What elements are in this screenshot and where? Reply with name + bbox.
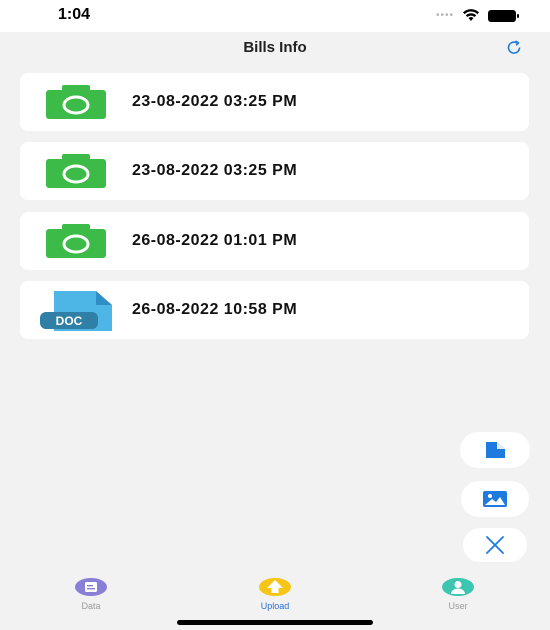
tab-user[interactable]: User [418,577,498,611]
bill-date: 26-08-2022 10:58 PM [132,301,298,318]
image-icon [483,491,507,507]
bill-item[interactable]: 23-08-2022 03:25 PM [20,73,529,131]
upload-image-button[interactable] [461,481,529,517]
bill-item[interactable]: 23-08-2022 03:25 PM [20,142,529,200]
tab-label: Data [81,601,101,611]
close-icon [486,536,504,554]
bill-item[interactable]: DOC 26-08-2022 10:58 PM [20,281,529,339]
status-time: 1:04 [58,6,91,23]
home-indicator [177,620,373,625]
camera-icon [46,224,106,258]
camera-icon [46,154,106,188]
data-icon [74,577,108,597]
page-title: Bills Info [243,39,307,56]
bill-date: 23-08-2022 03:25 PM [132,93,298,110]
doc-file-icon: DOC [40,291,112,331]
app-header: Bills Info [0,32,550,62]
cellular-signal-icon: •••• [435,10,454,21]
status-bar: 1:04 •••• [0,0,550,32]
upload-icon [258,577,292,597]
close-fab-button[interactable] [463,528,527,562]
tab-label: Upload [260,601,290,611]
status-icons: •••• [435,9,519,22]
doc-label: DOC [56,314,83,328]
tab-label: User [448,601,468,611]
bill-date: 26-08-2022 01:01 PM [132,232,298,249]
user-icon [441,577,475,597]
upload-document-button[interactable] [460,432,530,468]
tab-upload[interactable]: Upload [235,577,315,611]
bill-date: 23-08-2022 03:25 PM [132,162,298,179]
wifi-icon [463,9,479,21]
battery-icon [488,9,519,22]
camera-icon [46,85,106,119]
refresh-icon[interactable] [504,38,524,58]
tab-data[interactable]: Data [51,577,131,611]
bill-item[interactable]: 26-08-2022 01:01 PM [20,212,529,270]
document-icon [486,442,505,458]
